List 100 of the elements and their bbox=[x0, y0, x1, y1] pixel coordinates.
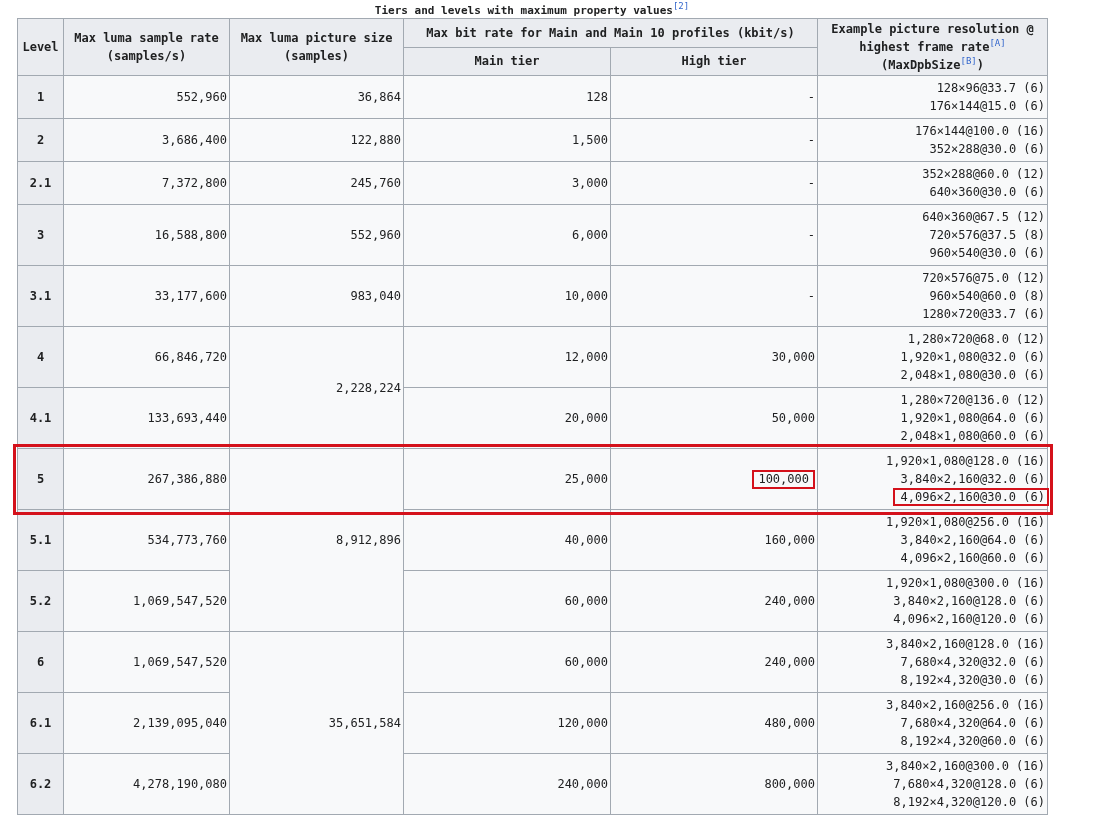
resolution-text: 720×576@37.5 (8) bbox=[929, 227, 1045, 244]
column-header: Example picture resolution @ highest frame rate$^{[A]}$ (MaxDpbSize$^{[B]}$) bbox=[817, 18, 1048, 76]
cell-value: - bbox=[807, 226, 815, 244]
cell-value: - bbox=[807, 287, 815, 305]
table-cell: 1,069,547,520 bbox=[63, 631, 230, 693]
column-header: High tier bbox=[610, 47, 818, 76]
resolution-text: 640×360@30.0 (6) bbox=[929, 184, 1045, 201]
resolution-text: 8,192×4,320@60.0 (6) bbox=[900, 733, 1045, 750]
cell-value: 50,000 bbox=[771, 409, 815, 427]
table-cell: 33,177,600 bbox=[63, 265, 230, 327]
table-cell: 3,686,400 bbox=[63, 118, 230, 162]
resolution-text: 3,840×2,160@32.0 (6) bbox=[900, 471, 1045, 488]
table-cell: 7,372,800 bbox=[63, 161, 230, 205]
resolution-text: 128×96@33.7 (6) bbox=[936, 80, 1045, 97]
cell-value: 800,000 bbox=[764, 775, 815, 793]
table-cell: 6.2 bbox=[17, 753, 64, 815]
resolution-text: 176×144@15.0 (6) bbox=[929, 98, 1045, 115]
column-header: Main tier bbox=[403, 47, 611, 76]
table-cell: 1,500 bbox=[403, 118, 611, 162]
table-cell: 122,880 bbox=[229, 118, 404, 162]
resolution-text: 640×360@67.5 (12) bbox=[922, 209, 1045, 226]
table-cell: 20,000 bbox=[403, 387, 611, 449]
resolution-text: 352×288@60.0 (12) bbox=[922, 166, 1045, 183]
table-cell: 6,000 bbox=[403, 204, 611, 266]
table-cell: 60,000 bbox=[403, 631, 611, 693]
table-cell: 1 bbox=[17, 75, 64, 119]
resolution-text: 352×288@30.0 (6) bbox=[929, 141, 1045, 158]
cell-value: 240,000 bbox=[764, 592, 815, 610]
table-cell: 25,000 bbox=[403, 448, 611, 510]
highlighted-value: 4,096×2,160@30.0 (6) bbox=[892, 488, 1049, 506]
resolution-text: 1,280×720@68.0 (12) bbox=[907, 331, 1045, 348]
table-cell: 120,000 bbox=[403, 692, 611, 754]
cell-value: - bbox=[807, 131, 815, 149]
table-cell: 40,000 bbox=[403, 509, 611, 571]
table-cell: 6.1 bbox=[17, 692, 64, 754]
resolution-text: 960×540@60.0 (8) bbox=[929, 288, 1045, 305]
resolution-text: 1,280×720@136.0 (12) bbox=[900, 392, 1045, 409]
resolution-text: 1280×720@33.7 (6) bbox=[922, 306, 1045, 323]
cell-value: - bbox=[807, 88, 815, 106]
resolution-text: 4,096×2,160@60.0 (6) bbox=[900, 550, 1045, 567]
table-cell: 4.1 bbox=[17, 387, 64, 449]
table-cell: 66,846,720 bbox=[63, 326, 230, 388]
table-cell: 8,912,896 bbox=[229, 448, 404, 632]
cell-value: 160,000 bbox=[764, 531, 815, 549]
resolution-text: 7,680×4,320@64.0 (6) bbox=[900, 715, 1045, 732]
table-cell: 133,693,440 bbox=[63, 387, 230, 449]
table-cell: 3.1 bbox=[17, 265, 64, 327]
table-cell: 534,773,760 bbox=[63, 509, 230, 571]
table-cell: 35,651,584 bbox=[229, 631, 404, 815]
resolution-text: 1,920×1,080@32.0 (6) bbox=[900, 349, 1045, 366]
cell-value: 480,000 bbox=[764, 714, 815, 732]
table-cell: 10,000 bbox=[403, 265, 611, 327]
column-header: Max luma sample rate (samples/s) bbox=[63, 18, 230, 76]
resolution-text: 1,920×1,080@128.0 (16) bbox=[886, 453, 1045, 470]
table-cell: 4,278,190,080 bbox=[63, 753, 230, 815]
resolution-text: 3,840×2,160@300.0 (16) bbox=[886, 758, 1045, 775]
cell-value: - bbox=[807, 174, 815, 192]
table-cell: 16,588,800 bbox=[63, 204, 230, 266]
table-cell: 6 bbox=[17, 631, 64, 693]
table-cell: 60,000 bbox=[403, 570, 611, 632]
resolution-text: 3,840×2,160@256.0 (16) bbox=[886, 697, 1045, 714]
resolution-text: 1,920×1,080@300.0 (16) bbox=[886, 575, 1045, 592]
table-cell: 12,000 bbox=[403, 326, 611, 388]
column-header: Max luma picture size (samples) bbox=[229, 18, 404, 76]
resolution-text: 1,920×1,080@256.0 (16) bbox=[886, 514, 1045, 531]
table-cell: 3 bbox=[17, 204, 64, 266]
table-cell: 5.2 bbox=[17, 570, 64, 632]
cell-value: 30,000 bbox=[771, 348, 815, 366]
table-cell: 1,069,547,520 bbox=[63, 570, 230, 632]
table-cell: 552,960 bbox=[63, 75, 230, 119]
highlighted-value: 100,000 bbox=[752, 469, 815, 489]
resolution-text: 7,680×4,320@32.0 (6) bbox=[900, 654, 1045, 671]
cell-value: 240,000 bbox=[764, 653, 815, 671]
resolution-text: 176×144@100.0 (16) bbox=[914, 123, 1045, 140]
resolution-text: 7,680×4,320@128.0 (6) bbox=[893, 776, 1045, 793]
resolution-text: 960×540@30.0 (6) bbox=[929, 245, 1045, 262]
column-header: Max bit rate for Main and Main 10 profiles (kbit/s) bbox=[403, 18, 818, 47]
resolution-text: 8,192×4,320@30.0 (6) bbox=[900, 672, 1045, 689]
resolution-text: 3,840×2,160@64.0 (6) bbox=[900, 532, 1045, 549]
resolution-text: 2,048×1,080@30.0 (6) bbox=[900, 367, 1045, 384]
table-cell: 5.1 bbox=[17, 509, 64, 571]
table-cell: 552,960 bbox=[229, 204, 404, 266]
table-cell: 2 bbox=[17, 118, 64, 162]
resolution-text: 4,096×2,160@120.0 (6) bbox=[893, 611, 1045, 628]
table-cell: 3,000 bbox=[403, 161, 611, 205]
table-cell: 128 bbox=[403, 75, 611, 119]
table-cell: 983,040 bbox=[229, 265, 404, 327]
table-cell: 240,000 bbox=[403, 753, 611, 815]
table-cell: 2,139,095,040 bbox=[63, 692, 230, 754]
resolution-text: 3,840×2,160@128.0 (6) bbox=[893, 593, 1045, 610]
column-header: Level bbox=[17, 18, 64, 76]
table-cell: 267,386,880 bbox=[63, 448, 230, 510]
table-cell: 2,228,224 bbox=[229, 326, 404, 449]
resolution-text: 1,920×1,080@64.0 (6) bbox=[900, 410, 1045, 427]
resolution-text: 8,192×4,320@120.0 (6) bbox=[893, 794, 1045, 811]
table-cell: 4 bbox=[17, 326, 64, 388]
resolution-text: 2,048×1,080@60.0 (6) bbox=[900, 428, 1045, 445]
table-cell: 2.1 bbox=[17, 161, 64, 205]
table-cell: 36,864 bbox=[229, 75, 404, 119]
resolution-text: 720×576@75.0 (12) bbox=[922, 270, 1045, 287]
